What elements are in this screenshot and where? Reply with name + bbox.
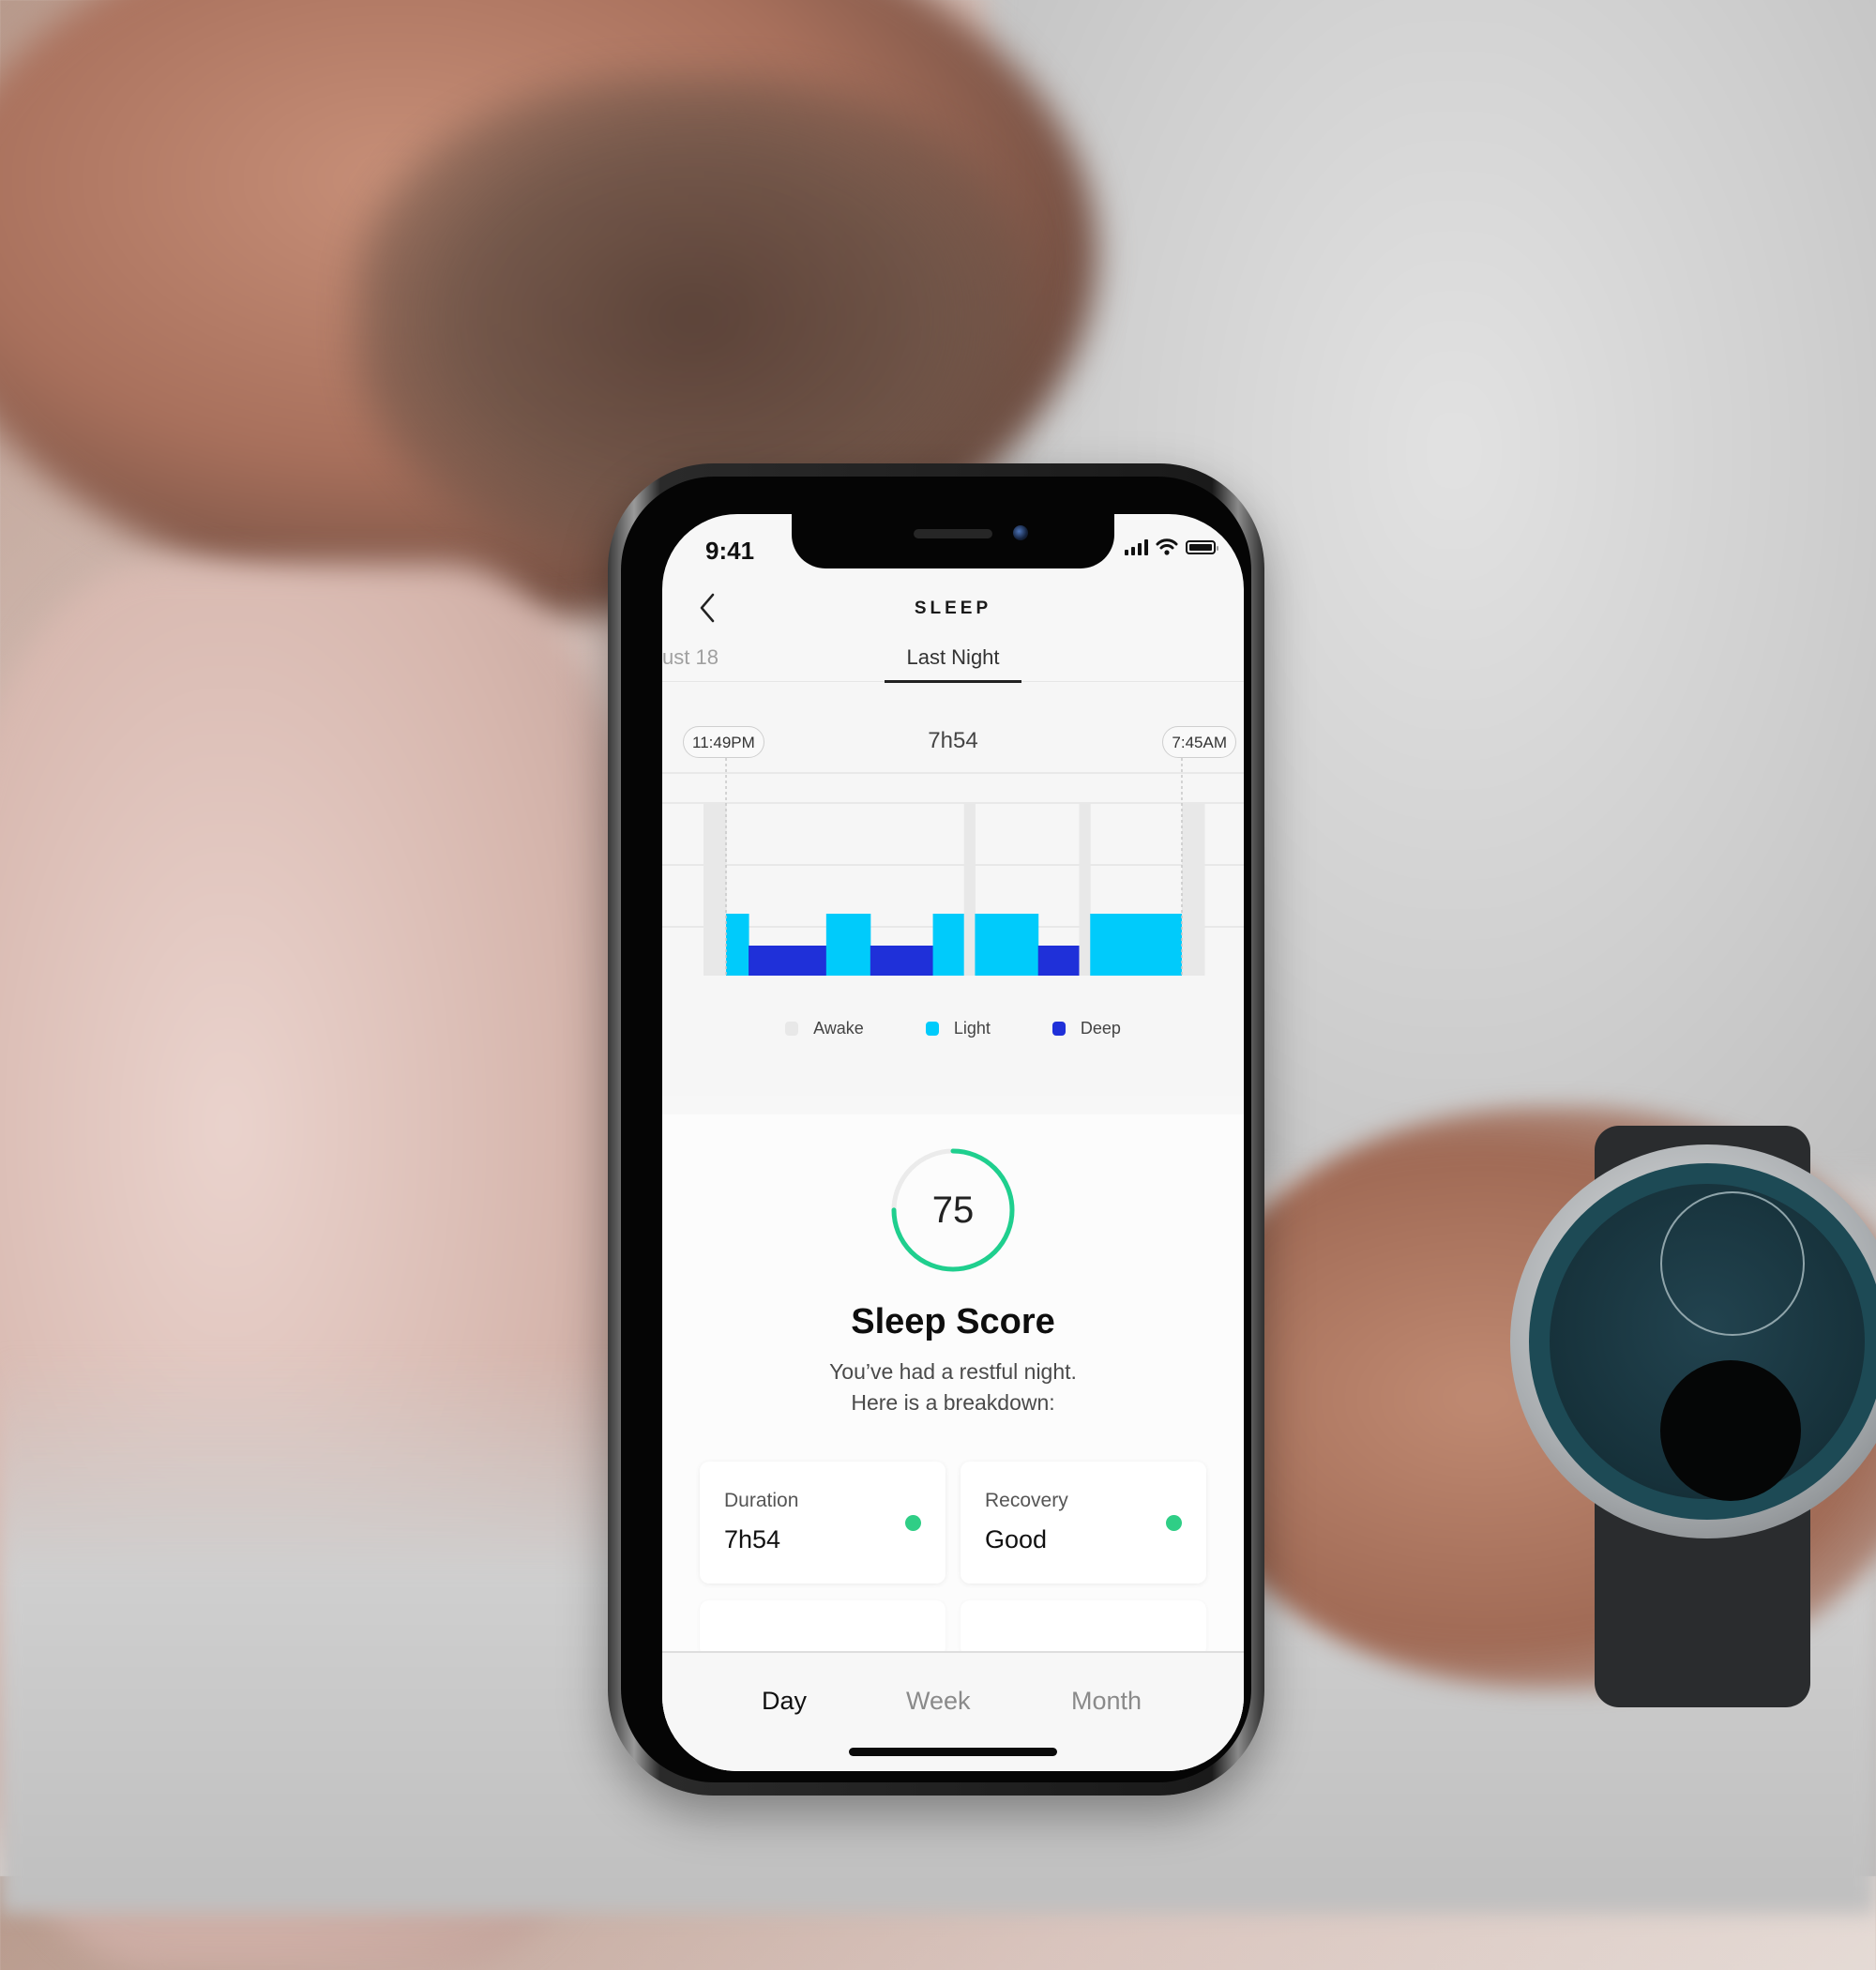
app-screen: 9:41 SLEEP ust 18 Last Night 11:49PM 7h5… xyxy=(662,514,1244,1771)
metric-card-partial[interactable] xyxy=(961,1600,1206,1657)
legend-item-deep: Deep xyxy=(1051,1019,1121,1038)
sleep-segment-awake xyxy=(963,803,976,976)
sleep-segment-light xyxy=(726,914,749,976)
legend-label-awake: Awake xyxy=(813,1019,864,1038)
watch-display xyxy=(1660,1360,1801,1501)
wake-time: 7:45AM xyxy=(1162,726,1236,758)
metric-value: Good xyxy=(985,1525,1048,1553)
metric-value: 7h54 xyxy=(724,1525,781,1553)
date-tabs: ust 18 Last Night xyxy=(662,636,1244,683)
metric-label: Recovery xyxy=(985,1490,1068,1511)
status-dot xyxy=(905,1515,921,1531)
legend-label-light: Light xyxy=(953,1019,991,1038)
tab-week[interactable]: Week xyxy=(906,1687,971,1716)
period-tab-bar: Day Week Month xyxy=(662,1651,1244,1771)
sleep-score-title: Sleep Score xyxy=(851,1302,1055,1341)
tab-month[interactable]: Month xyxy=(1071,1687,1142,1716)
phone-device: 9:41 SLEEP ust 18 Last Night 11:49PM 7h5… xyxy=(608,463,1264,1796)
sleep-segment-awake xyxy=(1181,803,1205,976)
sleep-segment-awake xyxy=(1079,803,1091,976)
legend-swatch-deep xyxy=(1051,1022,1066,1036)
metric-card-recovery[interactable]: Recovery Good xyxy=(961,1462,1206,1584)
status-time: 9:41 xyxy=(705,537,755,565)
sleep-score-description: You’ve had a restful night. Here is a br… xyxy=(662,1356,1244,1418)
metric-label: Duration xyxy=(724,1490,799,1511)
watch-subdial xyxy=(1660,1191,1805,1336)
sleep-segment-light xyxy=(825,914,871,976)
chart-legend: Awake Light Deep xyxy=(662,1019,1244,1038)
cellular-signal-icon xyxy=(1125,538,1148,555)
description-line-2: Here is a breakdown: xyxy=(851,1390,1055,1415)
speaker xyxy=(914,529,992,538)
phone-bezel: 9:41 SLEEP ust 18 Last Night 11:49PM 7h5… xyxy=(621,477,1251,1782)
sleep-segment-deep xyxy=(1037,946,1080,976)
sleep-segment-deep xyxy=(749,946,827,976)
wifi-icon xyxy=(1156,538,1178,555)
status-icons xyxy=(1125,538,1218,555)
sleep-segment-light xyxy=(975,914,1039,976)
page-title: SLEEP xyxy=(914,599,992,618)
notch xyxy=(792,514,1114,568)
status-dot xyxy=(1166,1515,1182,1531)
front-camera xyxy=(1013,525,1028,540)
date-tab-previous[interactable]: ust 18 xyxy=(662,645,719,670)
date-tab-last-night[interactable]: Last Night xyxy=(878,645,1028,670)
sleep-segment-awake xyxy=(704,803,727,976)
legend-label-deep: Deep xyxy=(1080,1019,1121,1038)
legend-swatch-light xyxy=(925,1022,939,1036)
sleep-segment-deep xyxy=(870,946,934,976)
home-indicator[interactable] xyxy=(849,1748,1057,1756)
legend-swatch-awake xyxy=(785,1022,799,1036)
metric-card-partial[interactable] xyxy=(700,1600,946,1657)
sleep-segment-light xyxy=(932,914,965,976)
sleep-segment-light xyxy=(1090,914,1183,976)
battery-icon xyxy=(1186,539,1218,554)
sleep-chart: 11:49PM 7h54 7:45AM Awake Light Deep xyxy=(662,683,1244,1096)
legend-item-awake: Awake xyxy=(785,1019,864,1038)
sleep-score-value: 75 xyxy=(931,1190,975,1231)
metric-card-duration[interactable]: Duration 7h54 xyxy=(700,1462,946,1584)
tab-day[interactable]: Day xyxy=(762,1687,807,1716)
total-sleep-duration: 7h54 xyxy=(928,728,978,753)
legend-item-light: Light xyxy=(925,1019,991,1038)
description-line-1: You’ve had a restful night. xyxy=(829,1359,1077,1384)
